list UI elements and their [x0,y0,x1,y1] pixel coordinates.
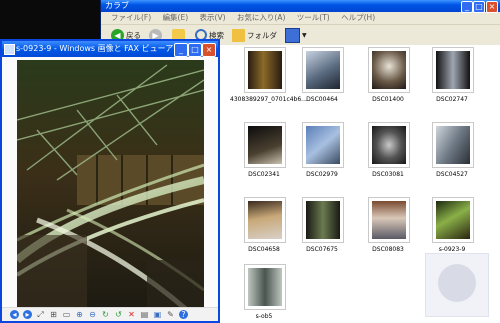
minimize-button[interactable]: _ [461,1,473,13]
slideshow-icon[interactable]: ▭ [62,310,71,319]
menu-file[interactable]: ファイル(F) [111,13,151,22]
viewer-title-bar[interactable]: s-0923-9 - Windows 画像と FAX ビューア _ □ × [2,41,218,57]
maximize-button[interactable]: □ [473,1,485,13]
close-button[interactable]: × [486,1,498,13]
thumbnail-item[interactable]: 4308389297_0701c4b6... [230,47,307,103]
explorer-title: カラブ [105,1,129,10]
folder-watermark-icon [425,253,489,317]
thumbnail-image [248,126,282,164]
thumbnail-item[interactable]: DSC03081 [362,122,414,178]
print-icon[interactable]: ▤ [140,310,149,319]
picture-viewer-window: s-0923-9 - Windows 画像と FAX ビューア _ □ × ◂ … [0,39,220,323]
open-editor-icon[interactable]: ✎ [166,310,175,319]
thumbnail-item[interactable]: DSC08083 [362,197,414,253]
thumbnail-image [248,201,282,239]
zoom-out-icon[interactable]: ⊖ [88,310,97,319]
viewer-title: s-0923-9 - Windows 画像と FAX ビューア [16,44,174,53]
menu-view[interactable]: 表示(V) [200,13,226,22]
help-icon[interactable]: ? [179,310,188,319]
viewer-maximize-button[interactable]: □ [188,43,202,57]
menu-favorites[interactable]: お気に入り(A) [237,13,285,22]
menu-tools[interactable]: ツール(T) [297,13,330,22]
views-button[interactable]: ▼ [285,27,307,43]
thumbnail-item[interactable]: DSC04527 [426,122,478,178]
menu-help[interactable]: ヘルプ(H) [341,13,375,22]
menu-edit[interactable]: 編集(E) [163,13,189,22]
views-grid-icon [285,27,300,43]
chevron-down-icon: ▼ [302,31,307,39]
thumbnail-item[interactable]: DSC02747 [426,47,478,103]
thumbnail-image [436,126,470,164]
thumbnail-item-selected[interactable]: s-0923-9 [426,197,478,253]
save-icon[interactable]: ▣ [153,310,162,319]
thumbnail-item[interactable]: s-ob5 [238,264,290,320]
folders-button[interactable]: フォルダ [232,28,277,42]
next-image-icon[interactable]: ▸ [23,310,32,319]
thumbnail-image [306,51,340,89]
escalator-photo-graphic [17,60,204,310]
thumbnail-item[interactable]: DSC02979 [296,122,348,178]
explorer-title-bar[interactable]: カラブ _ □ × [101,0,500,13]
viewer-minimize-button[interactable]: _ [174,43,188,57]
viewer-app-icon [4,44,15,55]
thumbnail-item[interactable]: DSC04658 [238,197,290,253]
menu-bar: ファイル(F) 編集(E) 表示(V) お気に入り(A) ツール(T) ヘルプ(… [101,12,500,25]
thumbnail-item[interactable]: DSC07675 [296,197,348,253]
rotate-counterclockwise-icon[interactable]: ↺ [114,310,123,319]
thumbnail-image [248,268,282,306]
thumbnail-image [372,126,406,164]
thumbnail-item[interactable]: DSC00464 [296,47,348,103]
rotate-clockwise-icon[interactable]: ↻ [101,310,110,319]
thumbnail-image [248,51,282,89]
thumbnail-image [372,51,406,89]
zoom-in-icon[interactable]: ⊕ [75,310,84,319]
viewer-toolbar: ◂ ▸ ⤢ ⊞ ▭ ⊕ ⊖ ↻ ↺ ✕ ▤ ▣ ✎ ? [2,307,218,321]
previous-image-icon[interactable]: ◂ [10,310,19,319]
viewer-photo [17,60,204,310]
thumbnail-image [306,126,340,164]
best-fit-icon[interactable]: ⤢ [36,310,45,319]
delete-icon[interactable]: ✕ [127,310,136,319]
folder-icon [232,28,245,42]
thumbnail-image [436,51,470,89]
thumbnail-image [436,201,470,239]
thumbnail-image [306,201,340,239]
thumbnail-image [372,201,406,239]
thumbnail-item[interactable]: DSC01400 [362,47,414,103]
viewer-close-button[interactable]: × [202,43,216,57]
thumbnail-item[interactable]: DSC02341 [238,122,290,178]
actual-size-icon[interactable]: ⊞ [49,310,58,319]
